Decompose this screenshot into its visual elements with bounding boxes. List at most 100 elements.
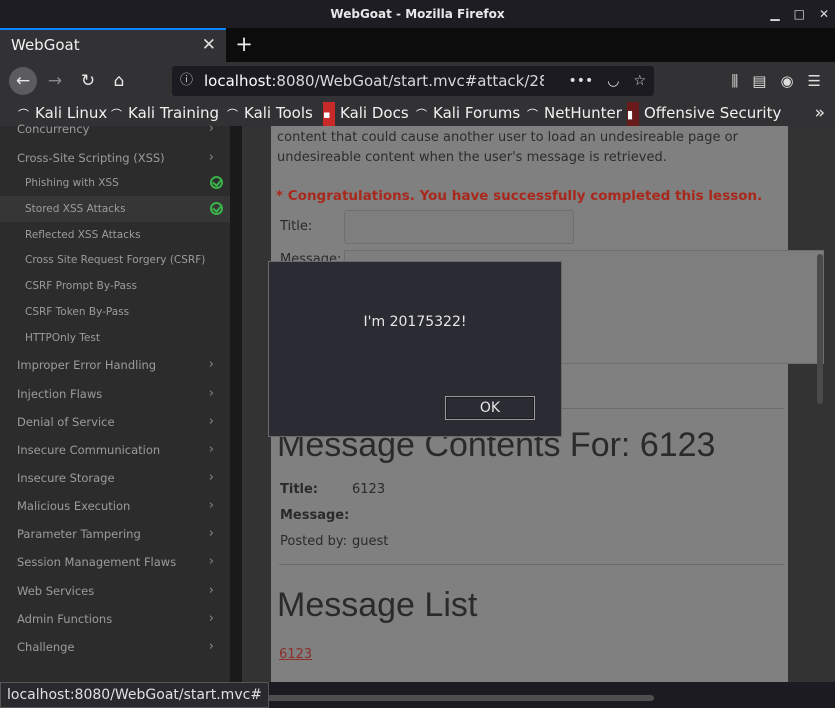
detail-message-label: Message: [280, 508, 350, 523]
sidebar-toggle-icon[interactable]: ▤ [752, 72, 766, 90]
url-host: localhost [204, 72, 272, 90]
reload-icon[interactable]: ↻ [74, 67, 102, 95]
toolbar-right: ⫼ ▤ ◉ ☰ [731, 62, 835, 100]
chevron-right-icon: › [208, 554, 214, 569]
vertical-scrollbar[interactable] [817, 254, 823, 404]
sidebar-item-xss[interactable]: Cross-Site Scripting (XSS) › [0, 146, 230, 170]
sidebar-item-label: Insecure Communication [17, 443, 161, 457]
sidebar-item-reflected-xss[interactable]: Reflected XSS Attacks [0, 223, 230, 247]
more-bookmarks-icon[interactable]: » [815, 100, 825, 126]
sidebar-item-dos[interactable]: Denial of Service › [0, 410, 230, 434]
close-tab-icon[interactable]: ✕ [202, 30, 216, 60]
detail-title-label: Title: [280, 482, 319, 497]
message-list-heading: Message List [277, 586, 478, 624]
sidebar-item-param-tampering[interactable]: Parameter Tampering › [0, 522, 230, 546]
docs-icon: ▪ [323, 102, 335, 128]
back-icon[interactable]: ← [9, 67, 37, 95]
sidebar-item-stored-xss[interactable]: Stored XSS Attacks [0, 196, 230, 222]
sidebar-item-csrf[interactable]: Cross Site Request Forgery (CSRF) [0, 248, 230, 272]
minimize-icon[interactable]: ▁ [770, 0, 779, 28]
sidebar-item-label: Denial of Service [17, 415, 115, 429]
lesson-intro-line: content that could cause another user to… [277, 130, 738, 145]
posted-by-value: guest [352, 534, 389, 549]
chevron-right-icon: › [208, 121, 214, 136]
sidebar-item-csrf-prompt[interactable]: CSRF Prompt By-Pass [0, 274, 230, 298]
sidebar-item-label: HTTPOnly Test [25, 332, 100, 344]
library-icon[interactable]: ⫼ [731, 72, 738, 90]
bookmark-label: Kali Training [128, 104, 220, 122]
kali-dragon-icon: ⌒ [416, 108, 427, 121]
completed-check-icon [210, 176, 223, 189]
menu-icon[interactable]: ☰ [808, 72, 821, 90]
sidebar-item-label: Cross-Site Scripting (XSS) [17, 151, 165, 165]
ok-button[interactable]: OK [445, 396, 535, 420]
close-window-icon[interactable]: ✕ [819, 0, 829, 28]
bookmark-kali-docs[interactable]: ▪ Kali Docs [323, 100, 409, 128]
sidebar-item-label: Reflected XSS Attacks [25, 229, 141, 241]
sidebar-item-label: Phishing with XSS [25, 177, 119, 189]
title-label: Title: [280, 219, 313, 234]
title-input[interactable] [344, 210, 574, 244]
sidebar-item-label: Parameter Tampering [17, 527, 141, 541]
chevron-right-icon: › [208, 498, 214, 513]
chevron-right-icon: › [208, 386, 214, 401]
sidebar-item-label: Concurrency [17, 122, 90, 136]
site-info-icon[interactable]: ⓘ [180, 66, 193, 96]
url-bar[interactable]: ⓘ localhost:8080/WebGoat/start.mvc#attac… [172, 66, 654, 96]
sidebar-item-label: Cross Site Request Forgery (CSRF) [25, 254, 206, 266]
offsec-icon: ▮ [627, 102, 639, 128]
bookmark-kali-tools[interactable]: ⌒ Kali Tools [227, 100, 313, 126]
tab-webgoat[interactable]: WebGoat ✕ [0, 28, 226, 62]
sidebar-item-admin-functions[interactable]: Admin Functions › [0, 607, 230, 631]
pocket-icon[interactable]: ◡ [607, 66, 619, 96]
chevron-right-icon: › [208, 442, 214, 457]
maximize-icon[interactable]: □ [794, 0, 805, 28]
sidebar-item-phishing-xss[interactable]: Phishing with XSS [0, 171, 230, 195]
sidebar-item-httponly[interactable]: HTTPOnly Test [0, 326, 230, 350]
chevron-right-icon: › [208, 357, 214, 372]
chevron-right-icon: › [208, 470, 214, 485]
bookmark-label: Kali Docs [340, 104, 409, 122]
sidebar-item-concurrency[interactable]: Concurrency › [0, 121, 230, 145]
tab-bar: WebGoat ✕ + [0, 28, 835, 62]
url-text[interactable]: localhost:8080/WebGoat/start.mvc#attack/… [204, 66, 544, 96]
lesson-intro-line: undesireable content when the user's mes… [277, 150, 667, 165]
bookmark-star-icon[interactable]: ☆ [633, 66, 646, 96]
sidebar-item-malicious-exec[interactable]: Malicious Execution › [0, 494, 230, 518]
window-title: WebGoat - Mozilla Firefox [330, 7, 505, 21]
sidebar-item-label: Malicious Execution [17, 499, 131, 513]
sidebar-item-session-mgmt[interactable]: Session Management Flaws › [0, 550, 230, 574]
new-tab-icon[interactable]: + [234, 28, 254, 62]
sidebar-item-csrf-token[interactable]: CSRF Token By-Pass [0, 300, 230, 324]
sidebar-item-insecure-storage[interactable]: Insecure Storage › [0, 466, 230, 490]
sidebar-item-label: CSRF Prompt By-Pass [25, 280, 137, 292]
chevron-right-icon: › [208, 414, 214, 429]
bookmark-nethunter[interactable]: ⌒ NetHunter [527, 100, 622, 126]
forward-icon[interactable]: → [41, 67, 69, 95]
status-url: localhost:8080/WebGoat/start.mvc# [0, 682, 270, 708]
sidebar-edge [230, 126, 242, 682]
completed-check-icon [210, 202, 223, 215]
nethunter-icon: ⌒ [527, 108, 538, 121]
divider [279, 564, 784, 565]
url-actions: ••• ◡ ☆ [568, 66, 646, 96]
home-icon[interactable]: ⌂ [105, 67, 133, 95]
window-titlebar: WebGoat - Mozilla Firefox ▁ □ ✕ [0, 0, 835, 28]
sidebar-item-insecure-comm[interactable]: Insecure Communication › [0, 438, 230, 462]
sidebar-item-label: Stored XSS Attacks [25, 203, 126, 215]
sidebar-item-label: Web Services [17, 584, 95, 598]
sidebar-item-web-services[interactable]: Web Services › [0, 579, 230, 603]
detail-title-value: 6123 [352, 482, 386, 497]
bookmark-label: Offensive Security [644, 104, 782, 122]
sidebar-item-injection[interactable]: Injection Flaws › [0, 382, 230, 406]
page-actions-icon[interactable]: ••• [568, 66, 593, 96]
alert-dialog: I'm 20175322! OK [268, 261, 562, 437]
congratulations-message: * Congratulations. You have successfully… [276, 188, 763, 204]
sidebar-item-error-handling[interactable]: Improper Error Handling › [0, 353, 230, 377]
bookmark-kali-forums[interactable]: ⌒ Kali Forums [416, 100, 520, 126]
horizontal-scrollbar[interactable] [254, 695, 654, 701]
message-list-link[interactable]: 6123 [279, 647, 312, 662]
sidebar-item-challenge[interactable]: Challenge › [0, 635, 230, 659]
bookmark-offensive-security[interactable]: ▮ Offensive Security [627, 100, 782, 128]
account-icon[interactable]: ◉ [780, 72, 793, 90]
